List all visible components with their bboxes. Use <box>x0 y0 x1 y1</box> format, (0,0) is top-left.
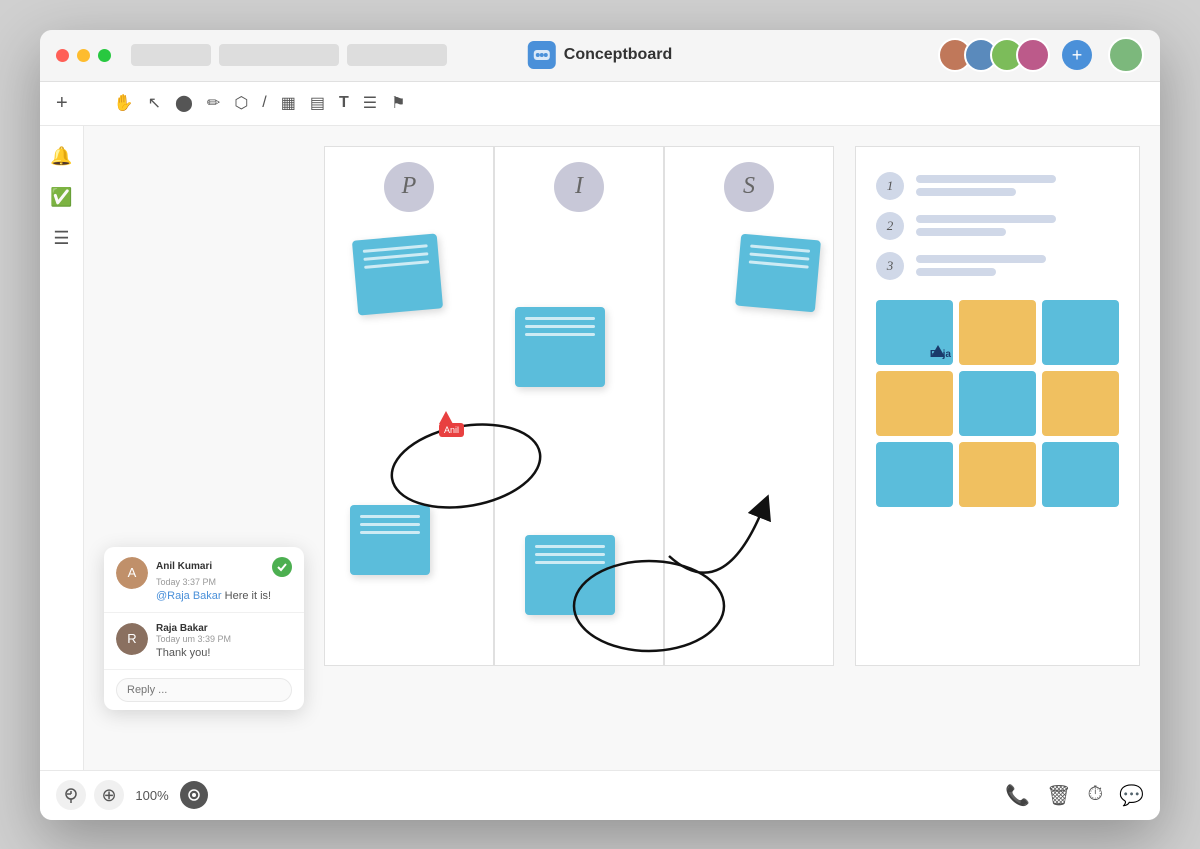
kanban-column-i: I <box>494 146 664 666</box>
chat-content-2: Raja Bakar Today um 3:39 PM Thank you! <box>156 623 292 659</box>
bottom-left-controls: ⊕ 100% <box>56 780 208 810</box>
bottom-bar: ⊕ 100% 📞 🗑 ⏱ 💬 <box>40 770 1160 820</box>
sticky-note-i1[interactable] <box>515 307 605 387</box>
grid-cell-8[interactable] <box>959 442 1036 507</box>
raja-cursor-label: Raja <box>930 349 951 360</box>
hand-tool-icon[interactable]: ✋ <box>114 93 134 113</box>
table-tool-icon[interactable]: ▤ <box>310 93 325 113</box>
grid-cell-1[interactable]: Raja <box>876 300 953 365</box>
chat-reply-area <box>104 670 304 710</box>
color-grid: Raja <box>876 300 1119 507</box>
maximize-button[interactable] <box>98 49 111 62</box>
fill-tool-icon[interactable]: ⬡ <box>234 93 248 113</box>
chat-avatar-anil: A <box>116 557 148 589</box>
anil-cursor: Anil <box>439 411 464 437</box>
list-item-1: 1 <box>876 172 1119 200</box>
tab-1[interactable] <box>131 44 211 66</box>
zoom-in-button[interactable]: ⊕ <box>94 780 124 810</box>
avatar-group <box>938 38 1050 72</box>
chat-message-1: A Anil Kumari Today 3:37 PM @Raja Bakar … <box>104 547 304 613</box>
sticky-note-s1[interactable] <box>735 233 821 312</box>
minimize-button[interactable] <box>77 49 90 62</box>
chat-text-1: @Raja Bakar Here it is! <box>156 590 292 602</box>
grid-cell-9[interactable] <box>1042 442 1119 507</box>
chat-avatar-raja: R <box>116 623 148 655</box>
frame-tool-icon[interactable]: ▦ <box>281 93 296 113</box>
list-item-3: 3 <box>876 252 1119 280</box>
chat-text-2: Thank you! <box>156 647 292 659</box>
grid-cell-7[interactable] <box>876 442 953 507</box>
chat-content-1: Anil Kumari Today 3:37 PM @Raja Bakar He… <box>156 557 292 602</box>
kanban-column-s: S <box>664 146 834 666</box>
grid-cell-4[interactable] <box>876 371 953 436</box>
current-user-avatar <box>1108 37 1144 73</box>
chat-name-raja: Raja Bakar <box>156 623 208 634</box>
sticky-note-p2[interactable] <box>350 505 430 575</box>
column-p-header: P <box>384 162 434 212</box>
grid-cell-6[interactable] <box>1042 371 1119 436</box>
app-title: Conceptboard <box>564 46 672 64</box>
chat-message-2: R Raja Bakar Today um 3:39 PM Thank you! <box>104 613 304 670</box>
chat-name-anil: Anil Kumari <box>156 561 212 572</box>
toolbar: + ✋ ↖ ⬤ ✏ ⬡ / ▦ ▤ T ☰ ⚑ <box>40 82 1160 126</box>
shape-tool-icon[interactable]: ⬤ <box>175 93 193 113</box>
traffic-lights <box>56 49 111 62</box>
kanban-column-p: P <box>324 146 494 666</box>
chat-icon[interactable]: 💬 <box>1119 783 1144 808</box>
timer-icon[interactable]: ⏱ <box>1087 783 1103 808</box>
numbered-list: 1 2 3 <box>876 172 1119 280</box>
titlebar-tabs <box>131 44 447 66</box>
app-window: Conceptboard + + ✋ ↖ ⬤ ✏ ⬡ / ▦ ▤ T ☰ <box>40 30 1160 820</box>
titlebar-center: Conceptboard <box>528 41 672 69</box>
list-tool-icon[interactable]: ☰ <box>363 93 377 113</box>
grid-cell-3[interactable] <box>1042 300 1119 365</box>
zoom-indicator[interactable] <box>180 781 208 809</box>
menu-icon[interactable]: ☰ <box>53 228 69 249</box>
list-item-2: 2 <box>876 212 1119 240</box>
number-1: 1 <box>876 172 904 200</box>
phone-icon[interactable]: 📞 <box>1005 783 1030 808</box>
app-logo-icon <box>528 41 556 69</box>
chat-panel: A Anil Kumari Today 3:37 PM @Raja Bakar … <box>104 547 304 710</box>
add-element-button[interactable]: + <box>56 92 68 115</box>
zoom-level-display: 100% <box>132 788 172 803</box>
grid-cell-2[interactable] <box>959 300 1036 365</box>
right-panel: 1 2 3 <box>855 146 1140 666</box>
location-button[interactable] <box>56 780 86 810</box>
tab-3[interactable] <box>347 44 447 66</box>
column-s-header: S <box>724 162 774 212</box>
pen-tool-icon[interactable]: ✏ <box>207 93 220 113</box>
bottom-right-controls: 📞 🗑 ⏱ 💬 <box>1005 783 1144 808</box>
grid-cell-5[interactable] <box>959 371 1036 436</box>
chat-mention: @Raja Bakar <box>156 590 222 602</box>
chat-reply-input[interactable] <box>116 678 292 702</box>
chat-time-anil: Today 3:37 PM <box>156 577 292 587</box>
avatar-4 <box>1016 38 1050 72</box>
chat-time-raja: Today um 3:39 PM <box>156 634 292 644</box>
sticky-note-p1[interactable] <box>352 233 443 315</box>
line-tool-icon[interactable]: / <box>262 94 266 112</box>
toolbar-tools: ✋ ↖ ⬤ ✏ ⬡ / ▦ ▤ T ☰ ⚑ <box>114 93 406 113</box>
select-tool-icon[interactable]: ↖ <box>148 93 161 113</box>
tab-2[interactable] <box>219 44 339 66</box>
text-tool-icon[interactable]: T <box>339 94 349 112</box>
flag-tool-icon[interactable]: ⚑ <box>391 93 405 113</box>
titlebar-right: + <box>938 37 1144 73</box>
trash-icon[interactable]: 🗑 <box>1046 783 1071 808</box>
canvas[interactable]: P I <box>84 126 1160 770</box>
column-i-header: I <box>554 162 604 212</box>
add-collaborator-button[interactable]: + <box>1062 40 1092 70</box>
left-sidebar: 🔔 ✅ ☰ <box>40 126 84 770</box>
notifications-icon[interactable]: 🔔 <box>50 146 72 167</box>
number-3: 3 <box>876 252 904 280</box>
number-2: 2 <box>876 212 904 240</box>
chat-badge-icon <box>272 557 292 577</box>
tasks-icon[interactable]: ✅ <box>50 187 72 208</box>
main-area: 🔔 ✅ ☰ P <box>40 126 1160 770</box>
titlebar: Conceptboard + <box>40 30 1160 82</box>
anil-cursor-label: Anil <box>439 423 464 437</box>
sticky-note-i2[interactable] <box>525 535 615 615</box>
close-button[interactable] <box>56 49 69 62</box>
